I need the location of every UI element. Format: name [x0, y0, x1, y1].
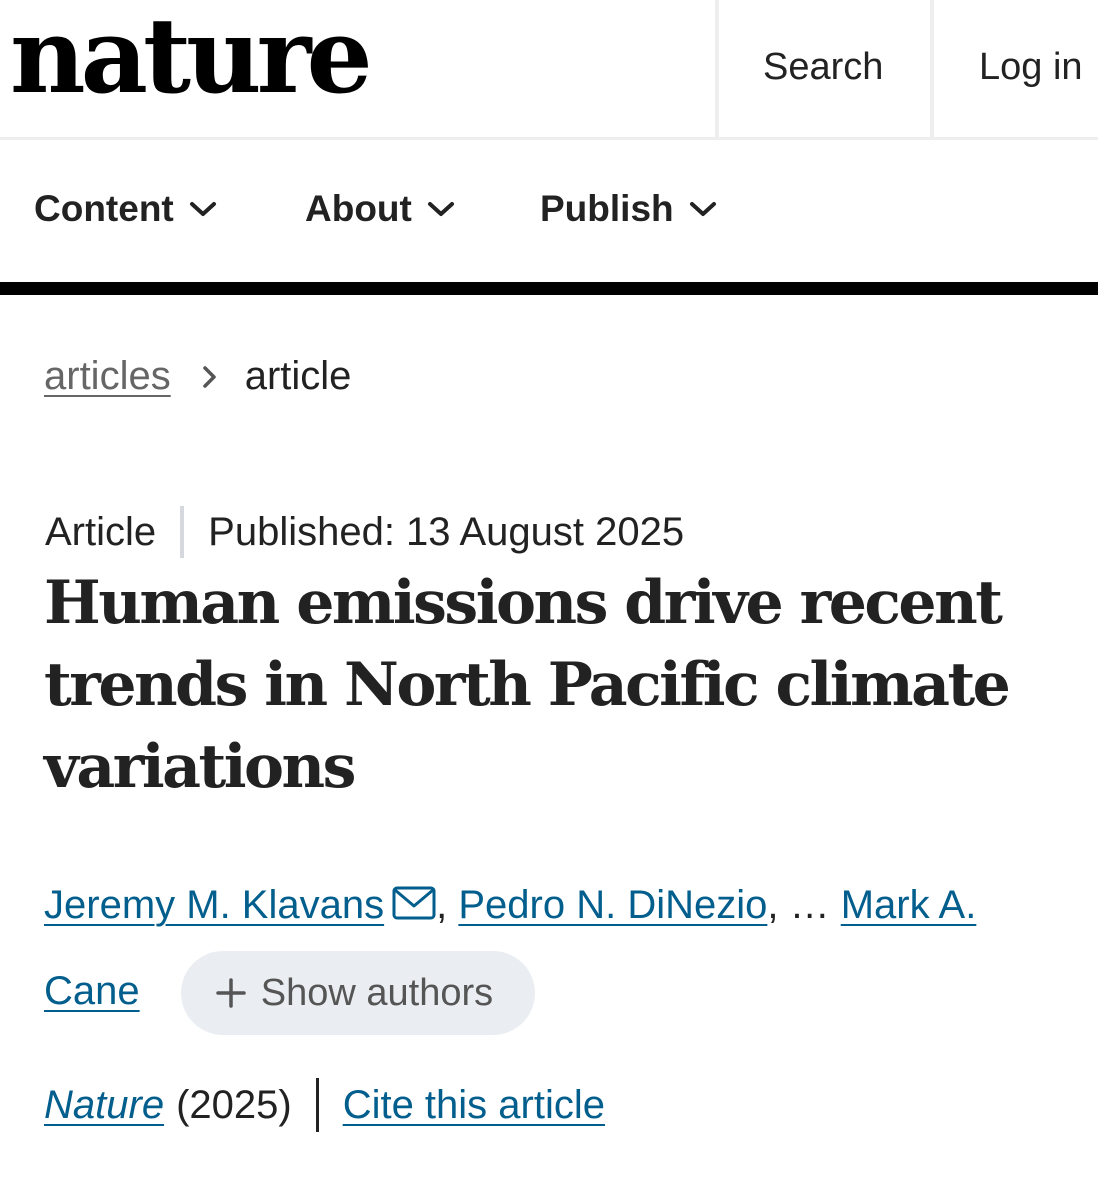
chevron-down-icon [427, 202, 454, 216]
article-type: Article [45, 509, 157, 554]
author-ellipsis: , … [767, 883, 841, 927]
chevron-right-icon [202, 365, 216, 388]
header-divider [930, 0, 934, 138]
mail-icon[interactable] [392, 886, 436, 920]
meta-divider [180, 506, 185, 558]
search-link[interactable]: Search [763, 46, 883, 89]
author-separator: , [436, 883, 448, 927]
nav-divider [0, 282, 1098, 295]
chevron-down-icon [189, 202, 216, 216]
author-list: Jeremy M. Klavans, Pedro N. DiNezio, … M… [44, 862, 1074, 1036]
breadcrumb: articles article [44, 354, 351, 399]
author-link[interactable]: Jeremy M. Klavans [44, 883, 384, 927]
show-authors-button[interactable]: Show authors [180, 951, 536, 1036]
nav-content-menu[interactable]: Content [34, 188, 218, 230]
journal-link[interactable]: Nature [44, 1083, 164, 1128]
main-nav: Content About Publish [0, 142, 1098, 282]
show-authors-label: Show authors [260, 971, 494, 1014]
nav-publish-label: Publish [540, 188, 674, 229]
nav-content-label: Content [34, 188, 174, 229]
author-link[interactable]: Pedro N. DiNezio [458, 883, 767, 927]
breadcrumb-current: article [244, 354, 352, 398]
published-date: Published: 13 August 2025 [208, 509, 685, 554]
article-title: Human emissions drive recent trends in N… [44, 568, 1011, 802]
chevron-down-icon [689, 202, 716, 216]
article-meta: Article Published: 13 August 2025 [45, 506, 684, 558]
plus-icon [216, 978, 246, 1009]
citation-line: Nature (2025) Cite this article [44, 1078, 605, 1132]
nav-about-menu[interactable]: About [305, 188, 456, 230]
nav-publish-menu[interactable]: Publish [540, 188, 718, 230]
nature-logo[interactable]: nature [10, 4, 373, 108]
site-header: nature Search Log in [0, 0, 1098, 140]
cite-article-link[interactable]: Cite this article [343, 1083, 605, 1128]
breadcrumb-articles-link[interactable]: articles [44, 354, 171, 399]
citation-divider [315, 1078, 319, 1132]
nav-about-label: About [305, 188, 412, 229]
login-link[interactable]: Log in [979, 46, 1083, 89]
header-divider [715, 0, 719, 138]
publication-year: (2025) [176, 1082, 292, 1127]
